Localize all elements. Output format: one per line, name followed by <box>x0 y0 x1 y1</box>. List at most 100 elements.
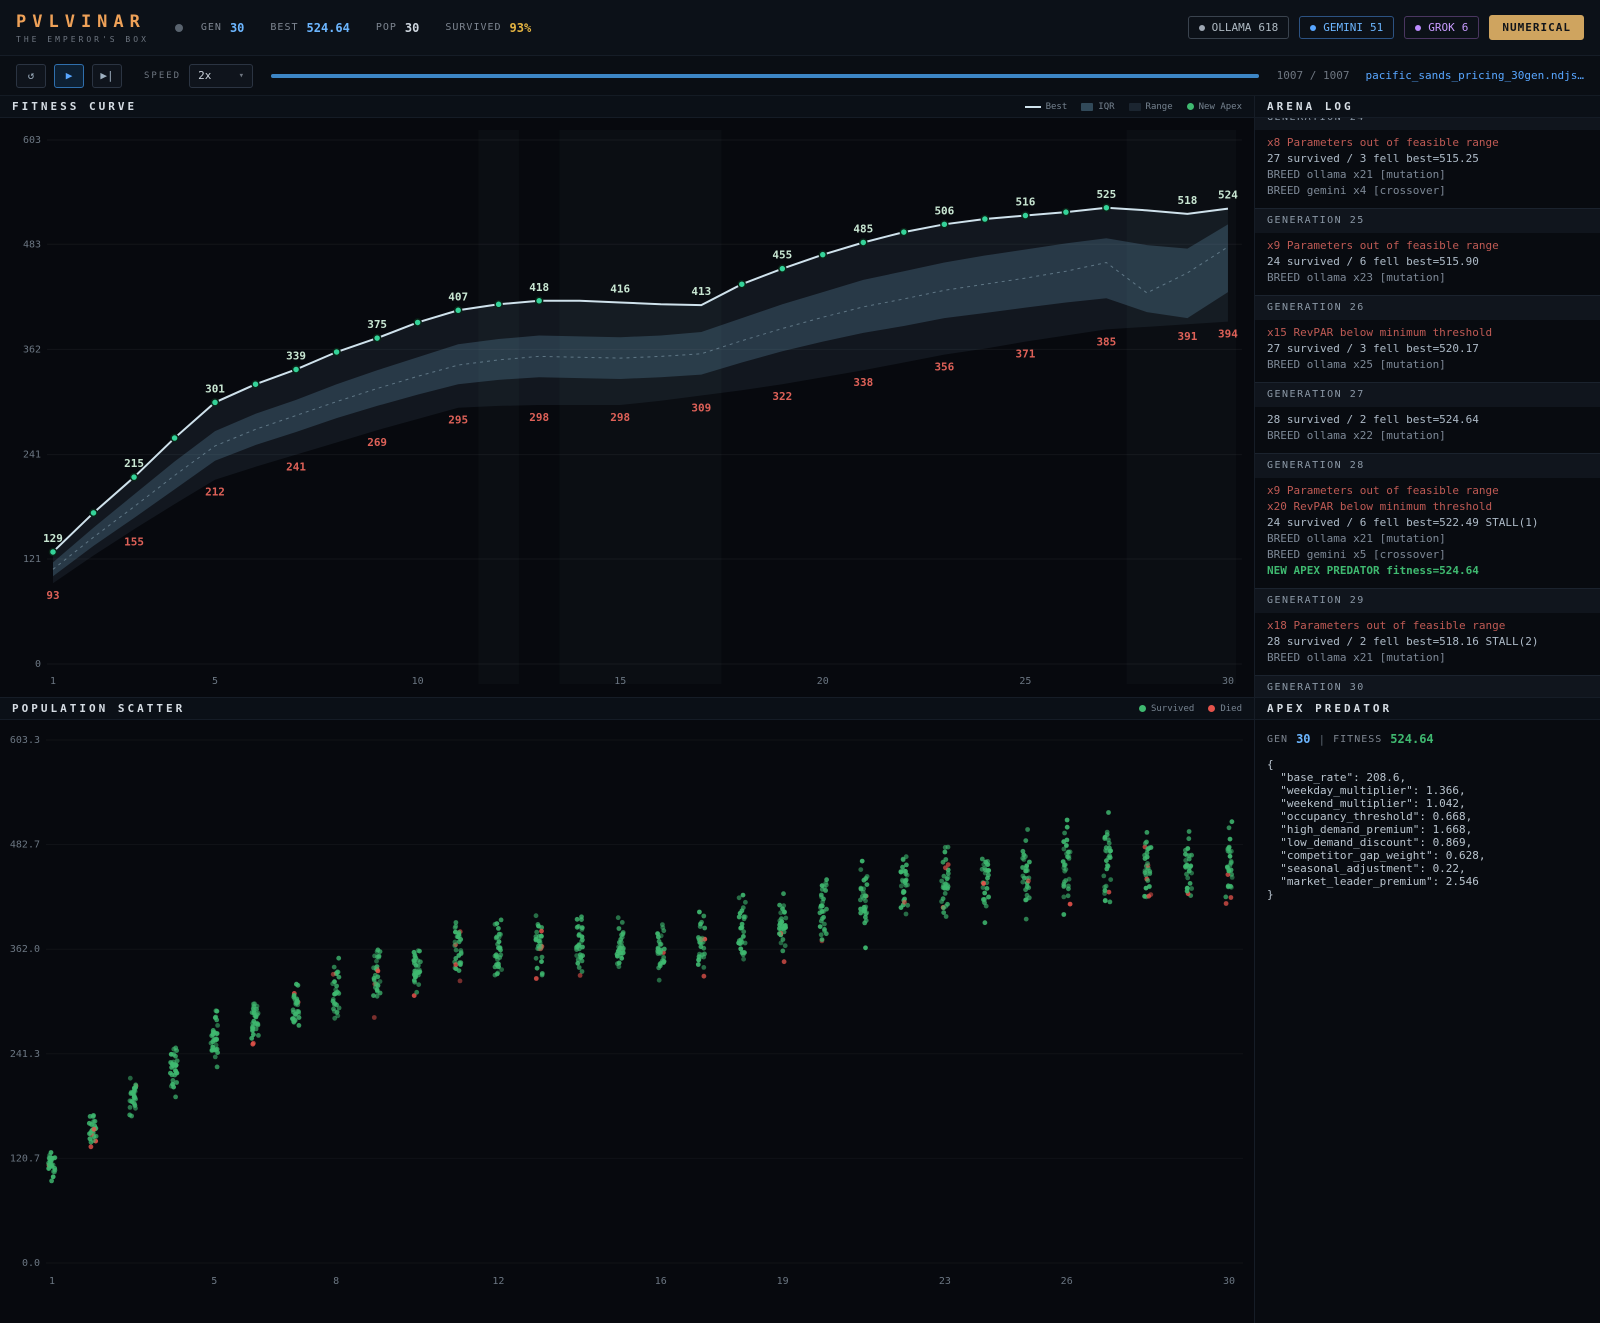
svg-text:394: 394 <box>1218 328 1238 341</box>
log-generation-header: GENERATION 24 <box>1255 118 1600 130</box>
svg-text:269: 269 <box>367 436 387 449</box>
log-generation-header: GENERATION 29 <box>1255 588 1600 613</box>
svg-text:483: 483 <box>23 239 41 250</box>
svg-text:603.3: 603.3 <box>10 735 40 746</box>
svg-text:129: 129 <box>43 532 63 545</box>
legend-best: Best <box>1025 102 1068 112</box>
log-line: x15 RevPAR below minimum threshold <box>1267 325 1588 341</box>
svg-text:20: 20 <box>817 676 829 687</box>
apex-fitness-value: 524.64 <box>1390 732 1433 746</box>
stat-gen-value: 30 <box>230 21 244 35</box>
svg-text:10: 10 <box>412 676 424 687</box>
new-apex-swatch <box>1187 103 1194 110</box>
svg-text:301: 301 <box>205 382 225 395</box>
svg-text:30: 30 <box>1223 1276 1235 1287</box>
legend-new-apex: New Apex <box>1187 102 1242 112</box>
svg-text:371: 371 <box>1016 348 1036 361</box>
legend-survived: Survived <box>1139 704 1194 714</box>
svg-text:23: 23 <box>939 1276 951 1287</box>
stat-best: BEST 524.64 <box>270 21 349 35</box>
play-icon: ▶ <box>66 69 73 82</box>
app-root: PVLVINAR THE EMPEROR'S BOX GEN 30 BEST 5… <box>0 0 1600 1323</box>
svg-text:455: 455 <box>772 249 792 262</box>
ollama-dot-icon <box>1199 25 1205 31</box>
apex-gen-label: GEN <box>1267 734 1288 745</box>
svg-text:1: 1 <box>50 676 56 687</box>
svg-text:241: 241 <box>286 461 306 474</box>
svg-text:12: 12 <box>492 1276 504 1287</box>
apex-meta-divider: | <box>1319 733 1326 746</box>
stat-survived: SURVIVED 93% <box>445 21 531 35</box>
restart-icon: ↺ <box>28 69 35 82</box>
log-generation-header: GENERATION 25 <box>1255 208 1600 233</box>
fitness-panel-header: FITNESS CURVE Best IQR Range New Apex <box>0 96 1254 118</box>
header-stats: GEN 30 BEST 524.64 POP 30 SURVIVED 93% <box>201 21 531 35</box>
status-dot-icon <box>175 24 183 32</box>
apex-panel-header: APEX PREDATOR <box>1255 698 1600 720</box>
svg-text:375: 375 <box>367 318 387 331</box>
scatter-legend: Survived Died <box>1139 704 1242 714</box>
log-line: BREED ollama x21 [mutation] <box>1267 167 1588 183</box>
app-logo: PVLVINAR <box>16 12 149 32</box>
range-swatch <box>1129 103 1141 111</box>
skip-end-button[interactable]: ▶| <box>92 64 122 88</box>
log-generation-header: GENERATION 30 <box>1255 675 1600 697</box>
best-line-swatch <box>1025 106 1041 108</box>
svg-text:309: 309 <box>691 401 711 414</box>
badge-gemini-count: 51 <box>1370 21 1383 34</box>
survived-swatch <box>1139 705 1146 712</box>
svg-text:416: 416 <box>610 282 630 295</box>
stat-pop-label: POP <box>376 22 397 33</box>
svg-text:26: 26 <box>1061 1276 1073 1287</box>
svg-text:356: 356 <box>934 361 954 374</box>
svg-text:322: 322 <box>772 390 792 403</box>
replay-progress-bar[interactable] <box>271 74 1259 78</box>
iqr-swatch <box>1081 103 1093 111</box>
svg-text:241.3: 241.3 <box>10 1049 40 1060</box>
restart-button[interactable]: ↺ <box>16 64 46 88</box>
stat-gen-label: GEN <box>201 22 222 33</box>
llm-badges: OLLAMA 618 GEMINI 51 GROK 6 NUMERICAL <box>1188 15 1584 40</box>
svg-text:339: 339 <box>286 349 306 362</box>
badge-ollama[interactable]: OLLAMA 618 <box>1188 16 1290 39</box>
svg-text:155: 155 <box>124 535 144 548</box>
svg-text:121: 121 <box>23 554 41 565</box>
speed-label: SPEED <box>144 71 181 81</box>
svg-text:295: 295 <box>448 414 468 427</box>
badge-gemini[interactable]: GEMINI 51 <box>1299 16 1394 39</box>
apex-gen-value: 30 <box>1296 732 1310 746</box>
svg-text:362.0: 362.0 <box>10 944 40 955</box>
legend-died-label: Died <box>1220 704 1242 714</box>
brand: PVLVINAR THE EMPEROR'S BOX <box>16 12 149 44</box>
svg-text:485: 485 <box>853 223 873 236</box>
svg-text:407: 407 <box>448 290 468 303</box>
badge-ollama-count: 618 <box>1258 21 1278 34</box>
stat-pop-value: 30 <box>405 21 419 35</box>
badge-numerical-mode[interactable]: NUMERICAL <box>1489 15 1584 40</box>
log-line: x8 Parameters out of feasible range <box>1267 135 1588 151</box>
svg-text:215: 215 <box>124 457 144 470</box>
log-line: 28 survived / 2 fell best=524.64 <box>1267 412 1588 428</box>
stat-survived-value: 93% <box>510 21 532 35</box>
stat-best-label: BEST <box>270 22 298 33</box>
log-line: BREED gemini x4 [crossover] <box>1267 183 1588 199</box>
badge-grok[interactable]: GROK 6 <box>1404 16 1479 39</box>
log-line: NEW APEX PREDATOR fitness=524.64 <box>1267 563 1588 579</box>
svg-text:525: 525 <box>1096 188 1116 201</box>
play-button[interactable]: ▶ <box>54 64 84 88</box>
stat-best-value: 524.64 <box>307 21 350 35</box>
log-line: BREED ollama x23 [mutation] <box>1267 270 1588 286</box>
svg-text:524: 524 <box>1218 189 1238 202</box>
svg-text:482.7: 482.7 <box>10 840 40 851</box>
speed-select[interactable]: 2x ▾ <box>189 64 253 88</box>
fitness-chart: 0121241362483603151015202530129932151553… <box>0 118 1255 697</box>
log-generation-header: GENERATION 28 <box>1255 453 1600 478</box>
legend-best-label: Best <box>1046 102 1068 112</box>
scatter-panel-title: POPULATION SCATTER <box>12 702 185 715</box>
log-generation-header: GENERATION 27 <box>1255 382 1600 407</box>
svg-text:418: 418 <box>529 281 549 294</box>
arena-log-list[interactable]: GENERATION 24 x8 Parameters out of feasib… <box>1255 118 1600 697</box>
log-line: BREED ollama x21 [mutation] <box>1267 650 1588 666</box>
arena-log-header: ARENA LOG <box>1255 96 1600 118</box>
log-line: 28 survived / 2 fell best=518.16 STALL(2… <box>1267 634 1588 650</box>
